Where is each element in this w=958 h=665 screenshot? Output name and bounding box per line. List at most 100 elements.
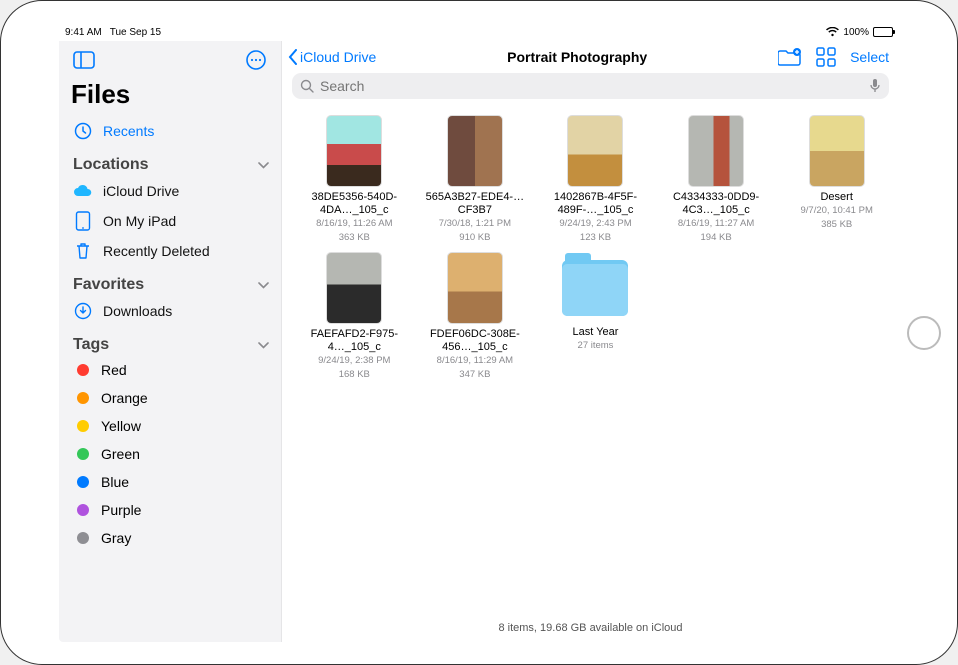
file-date: 7/30/18, 1:21 PM xyxy=(439,218,511,230)
sidebar-tag-item[interactable]: Gray xyxy=(59,524,281,552)
file-size: 363 KB xyxy=(339,232,370,244)
sidebar-tag-item[interactable]: Yellow xyxy=(59,412,281,440)
file-thumbnail xyxy=(688,115,744,187)
sidebar-item-label: Recents xyxy=(103,123,154,139)
sidebar-toggle-icon[interactable] xyxy=(71,47,97,73)
sidebar-item-label: iCloud Drive xyxy=(103,183,179,199)
tag-label: Gray xyxy=(101,530,131,546)
tag-dot-icon xyxy=(77,364,89,376)
more-icon[interactable] xyxy=(243,47,269,73)
file-date: 9/24/19, 2:43 PM xyxy=(559,218,631,230)
mic-icon[interactable] xyxy=(869,78,881,94)
file-size: 123 KB xyxy=(580,232,611,244)
screen: 9:41 AM Tue Sep 15 100% xyxy=(59,23,899,642)
file-thumbnail xyxy=(326,252,382,324)
files-grid: 38DE5356-540D-4DA…_105_c8/16/19, 11:26 A… xyxy=(282,107,899,618)
status-bar: 9:41 AM Tue Sep 15 100% xyxy=(59,23,899,41)
file-name: Last Year xyxy=(573,326,619,339)
file-item[interactable]: Desert9/7/20, 10:41 PM 385 KB xyxy=(784,115,889,244)
battery-icon xyxy=(873,27,893,37)
file-name: FAEFAFD2-F975-4…_105_c xyxy=(304,328,404,354)
file-thumbnail xyxy=(326,115,382,187)
sidebar-tag-item[interactable]: Green xyxy=(59,440,281,468)
page-title: Portrait Photography xyxy=(507,49,647,65)
file-item[interactable]: FDEF06DC-308E-456…_105_c8/16/19, 11:29 A… xyxy=(423,252,528,381)
sidebar-title: Files xyxy=(59,77,281,116)
file-name: FDEF06DC-308E-456…_105_c xyxy=(425,328,525,354)
file-item[interactable]: FAEFAFD2-F975-4…_105_c9/24/19, 2:38 PM 16… xyxy=(302,252,407,381)
sidebar-section-tags[interactable]: Tags xyxy=(59,326,281,356)
navbar: iCloud Drive Portrait Photography Select xyxy=(282,41,899,71)
search-bar[interactable] xyxy=(292,73,889,99)
status-time: 9:41 AM xyxy=(65,27,102,38)
select-button[interactable]: Select xyxy=(850,49,889,65)
footer-status: 8 items, 19.68 GB available on iCloud xyxy=(282,618,899,642)
search-input[interactable] xyxy=(320,78,863,94)
sidebar-item-onmyipad[interactable]: On My iPad xyxy=(59,206,281,236)
view-mode-icon[interactable] xyxy=(816,47,836,67)
chevron-down-icon xyxy=(258,162,269,169)
folder-item[interactable]: Last Year27 items xyxy=(543,252,648,381)
file-name: Desert xyxy=(820,191,852,204)
new-folder-icon[interactable] xyxy=(778,47,802,67)
file-thumbnail xyxy=(447,252,503,324)
file-size: 347 KB xyxy=(459,369,490,381)
sidebar-tag-item[interactable]: Purple xyxy=(59,496,281,524)
tag-dot-icon xyxy=(77,532,89,544)
status-date: Tue Sep 15 xyxy=(110,27,161,38)
file-thumbnail xyxy=(809,115,865,187)
file-date: 8/16/19, 11:29 AM xyxy=(437,355,513,367)
ipad-frame: 9:41 AM Tue Sep 15 100% xyxy=(0,0,958,665)
ipad-icon xyxy=(73,211,93,231)
battery-pct: 100% xyxy=(843,27,869,38)
file-size: 910 KB xyxy=(459,232,490,244)
file-item[interactable]: 565A3B27-EDE4-…CF3B77/30/18, 1:21 PM910 … xyxy=(423,115,528,244)
tag-dot-icon xyxy=(77,420,89,432)
search-icon xyxy=(300,79,314,93)
file-date: 9/24/19, 2:38 PM xyxy=(318,355,390,367)
sidebar-item-label: Downloads xyxy=(103,303,172,319)
content-area: iCloud Drive Portrait Photography Select xyxy=(281,41,899,642)
file-name: 38DE5356-540D-4DA…_105_c xyxy=(304,191,404,217)
tag-label: Blue xyxy=(101,474,129,490)
chevron-left-icon xyxy=(288,49,298,65)
sidebar-item-label: On My iPad xyxy=(103,213,176,229)
sidebar-tag-item[interactable]: Orange xyxy=(59,384,281,412)
sidebar-tag-item[interactable]: Blue xyxy=(59,468,281,496)
sidebar-item-downloads[interactable]: Downloads xyxy=(59,296,281,326)
tag-label: Orange xyxy=(101,390,148,406)
sidebar-tag-item[interactable]: Red xyxy=(59,356,281,384)
file-date: 8/16/19, 11:27 AM xyxy=(678,218,754,230)
file-name: C4334333-0DD9-4C3…_105_c xyxy=(666,191,766,217)
file-date: 8/16/19, 11:26 AM xyxy=(316,218,392,230)
tag-label: Red xyxy=(101,362,127,378)
back-button[interactable]: iCloud Drive xyxy=(288,49,376,65)
clock-icon xyxy=(73,121,93,141)
tag-label: Green xyxy=(101,446,140,462)
file-thumbnail xyxy=(567,115,623,187)
sidebar-item-recents[interactable]: Recents xyxy=(59,116,281,146)
file-size: 385 KB xyxy=(821,219,852,231)
cloud-icon xyxy=(73,181,93,201)
file-size: 168 KB xyxy=(339,369,370,381)
tag-dot-icon xyxy=(77,392,89,404)
trash-icon xyxy=(73,241,93,261)
file-item[interactable]: C4334333-0DD9-4C3…_105_c8/16/19, 11:27 A… xyxy=(664,115,769,244)
home-button[interactable] xyxy=(907,316,941,350)
file-item[interactable]: 38DE5356-540D-4DA…_105_c8/16/19, 11:26 A… xyxy=(302,115,407,244)
sidebar-item-label: Recently Deleted xyxy=(103,243,210,259)
file-name: 1402867B-4F5F-489F-…_105_c xyxy=(545,191,645,217)
file-thumbnail xyxy=(447,115,503,187)
tag-label: Purple xyxy=(101,502,141,518)
tag-dot-icon xyxy=(77,448,89,460)
file-item[interactable]: 1402867B-4F5F-489F-…_105_c9/24/19, 2:43 … xyxy=(543,115,648,244)
sidebar-item-trash[interactable]: Recently Deleted xyxy=(59,236,281,266)
sidebar-section-locations[interactable]: Locations xyxy=(59,146,281,176)
tag-dot-icon xyxy=(77,504,89,516)
file-date: 9/7/20, 10:41 PM xyxy=(801,205,873,217)
sidebar-item-icloud[interactable]: iCloud Drive xyxy=(59,176,281,206)
tag-dot-icon xyxy=(77,476,89,488)
download-icon xyxy=(73,301,93,321)
sidebar-section-favorites[interactable]: Favorites xyxy=(59,266,281,296)
tag-label: Yellow xyxy=(101,418,141,434)
